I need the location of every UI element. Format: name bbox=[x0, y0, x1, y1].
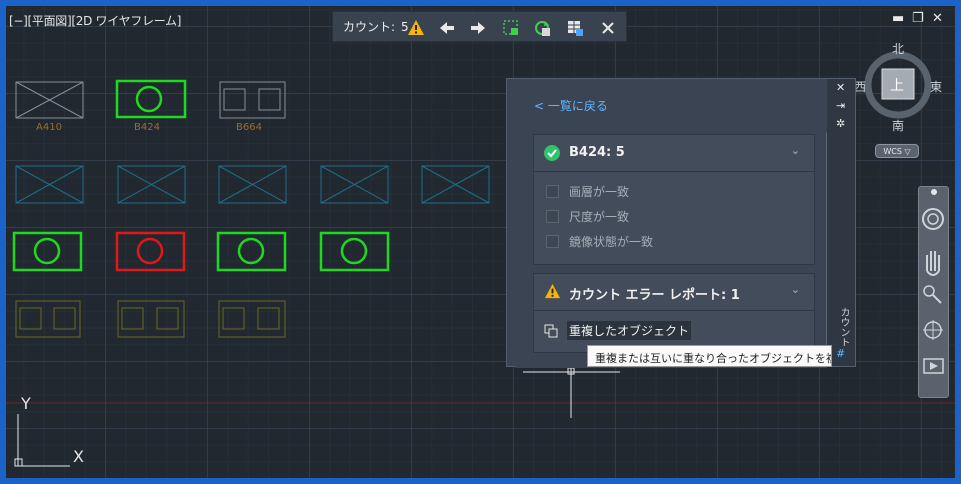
block-card-title: B424: 5 bbox=[569, 145, 625, 160]
check-label: 鏡像状態が一致 bbox=[569, 235, 654, 249]
palette-title-bar[interactable]: ✕ ⇥ ✲ カウント # bbox=[827, 79, 855, 366]
block-label-b664: B664 bbox=[236, 122, 262, 133]
error-report-card: カウント エラー レポート: 1 ⌄ 重複したオブジェクト bbox=[533, 273, 815, 353]
palette-close-icon[interactable]: ✕ bbox=[836, 81, 845, 94]
block-card-b424: B424: 5 ⌄ 画層が一致 尺度が一致 鏡像状態が一致 bbox=[533, 134, 815, 265]
olive-block-row[interactable] bbox=[15, 300, 286, 338]
count-palette: < 一覧に戻る B424: 5 ⌄ 画層が一致 尺度が一致 鏡像状態が一致 カウ… bbox=[506, 78, 856, 368]
navigation-bar bbox=[918, 186, 949, 398]
back-to-list-link[interactable]: < 一覧に戻る bbox=[534, 97, 608, 114]
block-b424-highlight[interactable] bbox=[115, 79, 187, 119]
block-label-b424: B424 bbox=[134, 122, 160, 133]
palette-content: < 一覧に戻る B424: 5 ⌄ 画層が一致 尺度が一致 鏡像状態が一致 カウ… bbox=[515, 79, 832, 368]
compass-east[interactable]: 東 bbox=[930, 78, 942, 95]
checkbox[interactable] bbox=[546, 210, 559, 223]
palette-count-icon: # bbox=[836, 347, 846, 360]
red-error-block[interactable] bbox=[115, 231, 186, 272]
tooltip: 重複または互いに重なり合ったオブジェクトを複製 bbox=[587, 345, 832, 367]
green-block-3[interactable] bbox=[319, 231, 390, 272]
orbit-icon[interactable] bbox=[923, 320, 943, 340]
check-layer-match[interactable]: 画層が一致 bbox=[546, 183, 629, 200]
chevron-down-icon[interactable]: ⌄ bbox=[791, 283, 800, 296]
green-block-1[interactable] bbox=[12, 231, 83, 272]
green-block-2[interactable] bbox=[216, 231, 287, 272]
check-label: 画層が一致 bbox=[569, 185, 630, 199]
navigation-bar-icons bbox=[922, 189, 944, 374]
checkbox[interactable] bbox=[546, 235, 559, 248]
cyan-block-row[interactable] bbox=[15, 165, 490, 204]
checkbox[interactable] bbox=[546, 185, 559, 198]
wcs-menu[interactable]: WCS ▽ bbox=[875, 144, 919, 158]
duplicate-objects-label: 重複したオブジェクト bbox=[567, 321, 692, 340]
ucs-icon bbox=[14, 414, 70, 467]
check-scale-match[interactable]: 尺度が一致 bbox=[546, 208, 629, 225]
pan-icon[interactable] bbox=[926, 251, 940, 276]
palette-properties-icon[interactable]: ✲ bbox=[836, 117, 845, 130]
error-report-header[interactable]: カウント エラー レポート: 1 ⌄ bbox=[534, 274, 814, 311]
block-card-header[interactable]: B424: 5 ⌄ bbox=[534, 135, 814, 172]
zoom-extents-icon[interactable] bbox=[923, 285, 942, 304]
error-report-title: カウント エラー レポート: 1 bbox=[569, 288, 740, 303]
viewcube-top-face[interactable]: 上 bbox=[890, 75, 904, 95]
palette-title: カウント bbox=[838, 307, 849, 347]
check-label: 尺度が一致 bbox=[569, 210, 630, 224]
duplicate-objects-item[interactable]: 重複したオブジェクト bbox=[544, 321, 692, 340]
ucs-y-label: Y bbox=[21, 394, 31, 413]
check-circle-icon bbox=[544, 145, 560, 161]
steering-wheel-icon[interactable] bbox=[922, 208, 944, 230]
block-b664[interactable] bbox=[219, 81, 286, 119]
block-label-a410: A410 bbox=[36, 122, 62, 133]
block-a410[interactable] bbox=[15, 81, 84, 119]
drawing-area[interactable]: [−][平面図][2D ワイヤフレーム] ▬ ❐ ✕ カウント: 5 A410 … bbox=[6, 6, 955, 478]
compass-north[interactable]: 北 bbox=[892, 40, 904, 57]
chevron-down-icon[interactable]: ⌄ bbox=[791, 144, 800, 157]
nav-expand-icon[interactable] bbox=[931, 189, 937, 195]
palette-autohide-icon[interactable]: ⇥ bbox=[836, 99, 845, 112]
warning-icon bbox=[544, 283, 561, 299]
showmotion-icon[interactable] bbox=[923, 358, 944, 374]
crosshair-cursor bbox=[523, 367, 620, 418]
check-mirror-match[interactable]: 鏡像状態が一致 bbox=[546, 233, 653, 250]
compass-south[interactable]: 南 bbox=[892, 117, 904, 134]
ucs-x-label: X bbox=[73, 447, 84, 466]
duplicate-objects-icon bbox=[544, 324, 558, 337]
